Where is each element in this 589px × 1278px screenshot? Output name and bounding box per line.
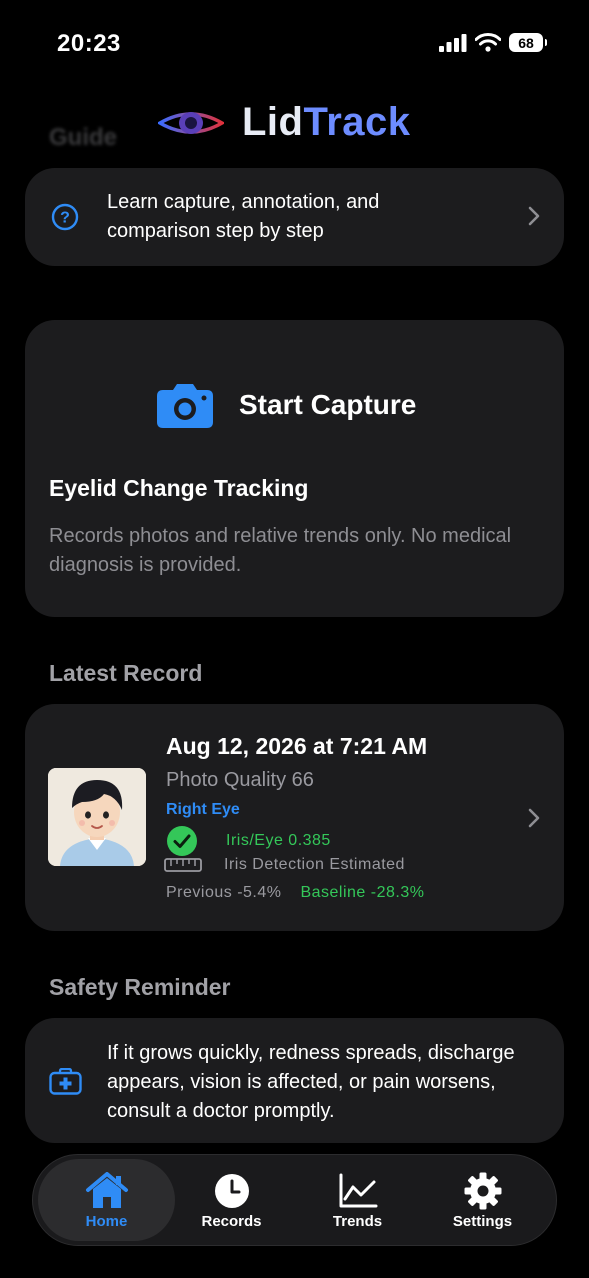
tab-bar: Home Records Trends Settings (32, 1154, 557, 1246)
clock-icon (214, 1174, 249, 1208)
record-date: Aug 12, 2026 at 7:21 AM (166, 733, 428, 759)
guide-card[interactable]: ? Learn capture, annotation, and compari… (25, 168, 564, 266)
tab-records[interactable]: Records (163, 1159, 300, 1241)
wifi-icon (475, 33, 501, 52)
tracking-title: Eyelid Change Tracking (49, 475, 309, 501)
chevron-right-icon (528, 206, 540, 226)
safety-reminder-title: Safety Reminder (49, 974, 231, 1000)
app-title: LidTrack (242, 100, 411, 145)
status-icons: 68 (439, 33, 547, 52)
start-capture-button[interactable]: Start Capture (157, 382, 416, 428)
capture-card: Start Capture Eyelid Change Tracking Rec… (25, 320, 564, 617)
start-capture-label: Start Capture (239, 389, 417, 420)
iris-ratio-row: Iris/Eye 0.385 (166, 825, 331, 857)
ruler-icon (164, 858, 202, 872)
svg-text:?: ? (60, 210, 70, 227)
status-time: 20:23 (57, 30, 121, 57)
guide-description: Learn capture, annotation, and compariso… (107, 191, 380, 242)
eye-logo-icon (158, 111, 224, 134)
safety-reminder-text: If it grows quickly, redness spreads, di… (107, 1042, 515, 1122)
photo-quality: Photo Quality 66 (166, 769, 314, 791)
record-thumbnail (48, 768, 146, 866)
tab-settings-label: Settings (452, 1213, 513, 1230)
previous-change: Previous -5.4% (166, 884, 282, 901)
latest-record-card[interactable]: Aug 12, 2026 at 7:21 AM Photo Quality 66… (25, 704, 564, 931)
iris-ratio-value: Iris/Eye 0.385 (226, 832, 331, 849)
latest-record-title: Latest Record (49, 660, 203, 686)
tab-trends[interactable]: Trends (289, 1159, 426, 1241)
iris-detection-row: Iris Detection Estimated (164, 856, 405, 874)
tab-records-label: Records (201, 1213, 262, 1230)
tracking-disclaimer: Records photos and relative trends only.… (49, 525, 512, 576)
battery-indicator: 68 (509, 33, 547, 52)
app-logo: LidTrack (158, 100, 411, 145)
eye-side-label: Right Eye (166, 801, 240, 818)
iris-detection-status: Iris Detection Estimated (224, 856, 405, 873)
tab-settings[interactable]: Settings (414, 1159, 551, 1241)
chevron-right-icon (528, 808, 540, 828)
gear-icon (464, 1172, 501, 1210)
cellular-signal-icon (439, 33, 467, 52)
question-circle-icon: ? (51, 203, 79, 231)
medical-kit-icon (49, 1068, 82, 1095)
house-icon (85, 1172, 128, 1208)
camera-icon (157, 384, 213, 428)
app-title-part2: Track (303, 100, 411, 144)
record-comparison: Previous -5.4% Baseline -28.3% (166, 884, 424, 902)
face-photo-icon (48, 768, 146, 866)
line-chart-icon (339, 1173, 377, 1208)
baseline-change: Baseline -28.3% (300, 884, 425, 901)
tab-home-label: Home (85, 1213, 128, 1230)
guide-section-title: Guide (49, 124, 118, 151)
app-title-part1: Lid (242, 100, 304, 144)
check-circle-icon (167, 826, 197, 856)
safety-reminder-card: If it grows quickly, redness spreads, di… (25, 1018, 564, 1143)
tab-trends-label: Trends (332, 1213, 383, 1230)
tab-home[interactable]: Home (38, 1159, 175, 1241)
